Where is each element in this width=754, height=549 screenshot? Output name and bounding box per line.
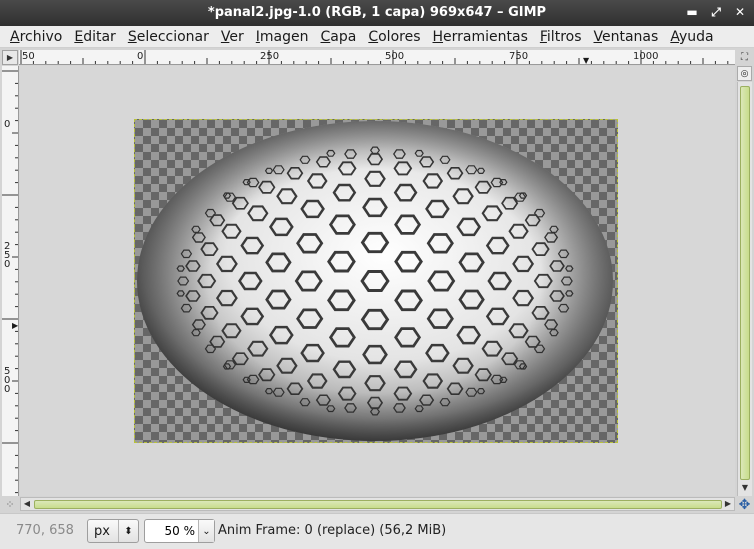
close-button[interactable]: ✕ [732, 3, 748, 21]
menu-arrow-icon: ▶ [6, 53, 14, 62]
window-title: *panal2.jpg-1.0 (RGB, 1 capa) 969x647 – … [207, 5, 547, 20]
canvas-area[interactable] [20, 66, 735, 496]
menu-label: olores [378, 28, 421, 45]
minimize-button[interactable]: ▬ [684, 3, 700, 21]
vruler-label: 500 [4, 366, 11, 395]
menu-label: ditar [83, 28, 116, 45]
pointer-marker-icon: ▶ [12, 321, 19, 330]
status-bar: 770, 658 px ⬍ ⌄ Anim Frame: 0 (replace) … [0, 513, 754, 549]
maximize-button[interactable]: ⤢ [708, 3, 724, 21]
hruler-label: 750 [509, 51, 529, 62]
chevron-down-icon[interactable]: ⌄ [198, 520, 214, 542]
horizontal-ruler[interactable]: 50 0 250 500 750 1000 ▼ [19, 50, 735, 65]
menu-bar: Archivo Editar Seleccionar Ver Imagen Capa Col… [0, 26, 754, 48]
image-menu-button[interactable]: ▶ [2, 50, 18, 65]
vertical-scrollbar[interactable]: ▼ [737, 82, 752, 496]
vertical-ruler-ticks [2, 70, 18, 494]
menu-mnemonic: C [320, 28, 331, 45]
unit-spin-icon: ⬍ [118, 520, 138, 542]
zoom-navigate-icon[interactable]: ⛶ [737, 50, 752, 65]
menu-item[interactable]: Filtros [534, 27, 588, 47]
menu-mnemonic: F [539, 28, 547, 45]
menu-mnemonic: V [593, 28, 603, 45]
navigation-cross-icon[interactable]: ✥ [737, 497, 752, 513]
hruler-label: 250 [260, 51, 280, 62]
menu-mnemonic: E [74, 28, 84, 45]
menu-mnemonic: C [368, 28, 379, 45]
menu-item[interactable]: Archivo [4, 27, 68, 47]
scroll-left-arrow-icon[interactable]: ◀ [21, 498, 33, 510]
horizontal-scroll-row: ⁘ ◀ ▶ ✥ [0, 497, 754, 513]
scroll-right-arrow-icon[interactable]: ▶ [722, 498, 734, 510]
vruler-label: 0 [4, 119, 11, 130]
image-canvas[interactable] [134, 119, 618, 443]
hruler-label: 500 [385, 51, 405, 62]
menu-item[interactable]: Herramientas [427, 27, 534, 47]
hruler-label: 1000 [633, 51, 659, 62]
honeycomb-sphere-image [137, 121, 613, 441]
hruler-label: 50 [22, 51, 35, 62]
unit-value: px [94, 523, 110, 539]
pointer-coordinates: 770, 658 [16, 523, 74, 538]
zoom-toggle-icon: ◎ [740, 68, 749, 79]
menu-mnemonic: H [432, 28, 444, 45]
title-bar: *panal2.jpg-1.0 (RGB, 1 capa) 969x647 – … [0, 0, 754, 26]
menu-label: magen [259, 28, 309, 45]
menu-item[interactable]: Editar [68, 27, 121, 47]
menu-item[interactable]: Imagen [250, 27, 315, 47]
vertical-ruler[interactable]: 0 250 500 ▶ [2, 66, 19, 496]
horizontal-scrollbar-thumb[interactable] [34, 500, 722, 509]
vruler-label: 250 [4, 241, 11, 270]
menu-label: iltros [546, 28, 582, 45]
scroll-down-arrow-icon[interactable]: ▼ [738, 483, 752, 495]
window-controls: ▬ ⤢ ✕ [684, 3, 748, 21]
menu-label: eleccionar [136, 28, 209, 45]
menu-label: erramientas [443, 28, 528, 45]
menu-item[interactable]: Seleccionar [122, 27, 215, 47]
zoom-input[interactable] [145, 521, 197, 541]
menu-mnemonic: A [10, 28, 20, 45]
horizontal-ruler-ticks [20, 50, 729, 64]
menu-item[interactable]: Ayuda [664, 27, 719, 47]
menu-label: yuda [678, 28, 714, 45]
hruler-label: 0 [137, 51, 144, 62]
status-message: Anim Frame: 0 (replace) (56,2 MiB) [218, 523, 447, 538]
zoom-on-resize-toggle[interactable]: ◎ [737, 66, 752, 81]
menu-mnemonic: S [127, 28, 137, 45]
menu-label: rchivo [19, 28, 63, 45]
menu-label: entanas [602, 28, 659, 45]
vertical-scrollbar-thumb[interactable] [740, 86, 750, 480]
menu-item[interactable]: Colores [362, 27, 426, 47]
pointer-marker-icon: ▼ [583, 56, 590, 65]
menu-mnemonic: A [670, 28, 679, 45]
quick-mask-icon[interactable]: ⁘ [2, 497, 18, 512]
menu-item[interactable]: Ventanas [588, 27, 665, 47]
menu-item[interactable]: Capa [315, 27, 363, 47]
menu-label: er [229, 28, 244, 45]
menu-item[interactable]: Ver [215, 27, 250, 47]
horizontal-scrollbar[interactable]: ◀ ▶ [20, 497, 735, 511]
menu-label: apa [330, 28, 357, 45]
unit-selector[interactable]: px ⬍ [87, 519, 139, 543]
zoom-combo[interactable]: ⌄ [144, 519, 215, 543]
